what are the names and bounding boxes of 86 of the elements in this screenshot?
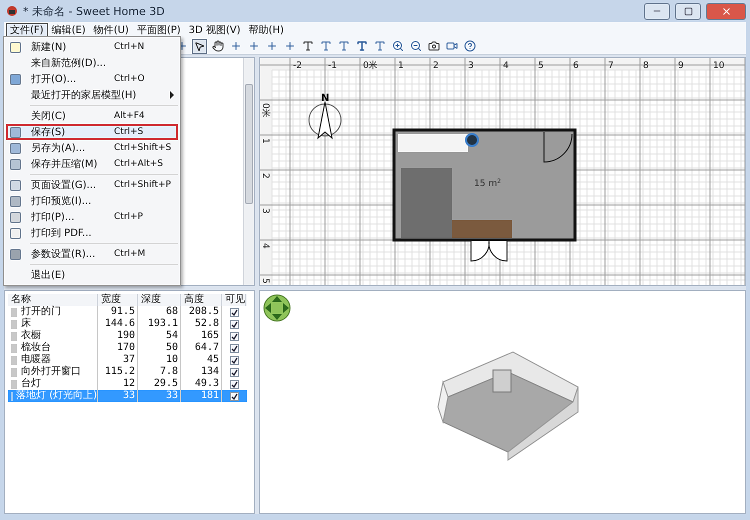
scrollbar[interactable] [243, 58, 254, 285]
table-cell: 181 [181, 390, 222, 402]
visible-checkbox[interactable] [230, 332, 238, 340]
zoom-out-icon[interactable] [408, 38, 423, 54]
ruler-label: 8 [643, 61, 649, 71]
close-button[interactable] [706, 2, 746, 20]
ruler-label: 1 [398, 61, 404, 71]
menu-item[interactable]: 最近打开的家居模型(H) [6, 87, 178, 103]
ruler-label: 4 [503, 61, 509, 71]
table-cell: 33 [138, 390, 181, 402]
menu-title[interactable]: 平面图(P) [132, 23, 185, 37]
table-cell-text: 打开的门 [21, 306, 61, 318]
menu-item[interactable]: 关闭(C) Alt+F4 [6, 108, 178, 124]
minimize-button[interactable] [644, 2, 670, 20]
close-icon [720, 6, 732, 16]
navigation-arrows-icon[interactable] [263, 294, 291, 322]
menu-title[interactable]: 物件(U) [90, 23, 133, 37]
ruler-label: 9 [678, 61, 684, 71]
visible-checkbox[interactable] [230, 356, 238, 364]
menu-item[interactable]: 打印预览(I)... [6, 193, 178, 209]
menu-item[interactable]: 打开(O)... Ctrl+O [6, 71, 178, 87]
menu-item[interactable]: 退出(E) [6, 267, 178, 283]
table-cell-text: 梳妆台 [21, 342, 51, 354]
compass-label: N [321, 93, 330, 104]
ruler-label: 7 [608, 61, 614, 71]
visible-checkbox[interactable] [230, 308, 238, 316]
menu-title[interactable]: 3D 视图(V) [184, 23, 245, 37]
maximize-button[interactable] [675, 2, 701, 20]
menu-item-icon [10, 126, 21, 138]
visible-checkbox[interactable] [230, 392, 238, 400]
visible-checkbox[interactable] [230, 380, 238, 388]
table-cell-text: 向外打开窗口 [21, 366, 81, 378]
submenu-arrow-icon [170, 91, 174, 99]
menu-item-icon [10, 158, 21, 170]
ruler-label: 2 [260, 173, 270, 179]
window-title: * 未命名 - Sweet Home 3D [23, 4, 166, 18]
menu-item-icon [10, 42, 21, 52]
menu-item[interactable]: 来自新范例(D)... [6, 55, 178, 71]
menu-item-icon [10, 180, 21, 190]
ruler-label: -1 [328, 61, 337, 71]
ruler-label: 5 [260, 278, 270, 284]
help-icon[interactable] [462, 38, 477, 54]
menu-item-icon [10, 212, 21, 222]
ruler-label: -2 [293, 61, 302, 71]
pan-hand-icon[interactable] [210, 38, 225, 54]
app-icon [6, 5, 18, 17]
visible-checkbox[interactable] [230, 320, 238, 328]
maximize-icon [684, 6, 692, 16]
menu-item-icon [10, 228, 21, 238]
select-pointer-icon[interactable] [192, 38, 207, 54]
table-cell-text: 衣橱 [21, 330, 41, 342]
ruler-label: 3 [260, 208, 270, 214]
zoom-in-icon[interactable] [390, 38, 405, 54]
menu-item-icon [10, 74, 21, 84]
menu-item[interactable]: 保存并压缩(M) Ctrl+Alt+S [6, 156, 178, 172]
menu-item[interactable]: 保存(S) Ctrl+S [6, 124, 178, 140]
table-cell-text: 床 [21, 318, 31, 330]
menu-item[interactable]: 打印到 PDF... [6, 225, 178, 241]
menu-title[interactable]: 文件(F) [6, 23, 48, 37]
menu-item-icon [10, 248, 21, 260]
compass-drawing [308, 102, 342, 140]
table-cell-text: 电暖器 [21, 354, 51, 366]
ruler-label: 6 [573, 61, 579, 71]
ruler-label: 3 [468, 61, 474, 71]
menu-item-icon [10, 142, 21, 154]
table-cell: 落地灯 (灯光向上) [16, 390, 97, 402]
camera-icon[interactable] [426, 38, 441, 54]
ruler-label: 1 [260, 138, 270, 144]
table-cell: 33 [98, 390, 138, 402]
menu-item[interactable]: 另存为(A)... Ctrl+Shift+S [6, 140, 178, 156]
ruler-label: 10 [713, 61, 724, 71]
menu-item[interactable]: 打印(P)... Ctrl+P [6, 209, 178, 225]
menu-item[interactable]: 页面设置(G)... Ctrl+Shift+P [6, 177, 178, 193]
ruler-label: 5 [538, 61, 544, 71]
ruler-label: 4 [260, 243, 270, 249]
room-area-label: 15 m$^{2}$ [474, 178, 501, 189]
ruler-label: 2 [433, 61, 439, 71]
ruler-label: 0米 [260, 103, 270, 118]
menu-title[interactable]: 编辑(E) [48, 23, 90, 37]
menu-title[interactable]: 帮助(H) [244, 23, 288, 37]
visible-checkbox[interactable] [230, 344, 238, 352]
table-cell: 台灯 [21, 378, 41, 390]
ruler-label: 0米 [363, 61, 378, 71]
menu-item[interactable]: 参数设置(R)... Ctrl+M [6, 246, 178, 262]
visible-checkbox[interactable] [230, 368, 238, 376]
menu-item-icon [10, 196, 21, 206]
